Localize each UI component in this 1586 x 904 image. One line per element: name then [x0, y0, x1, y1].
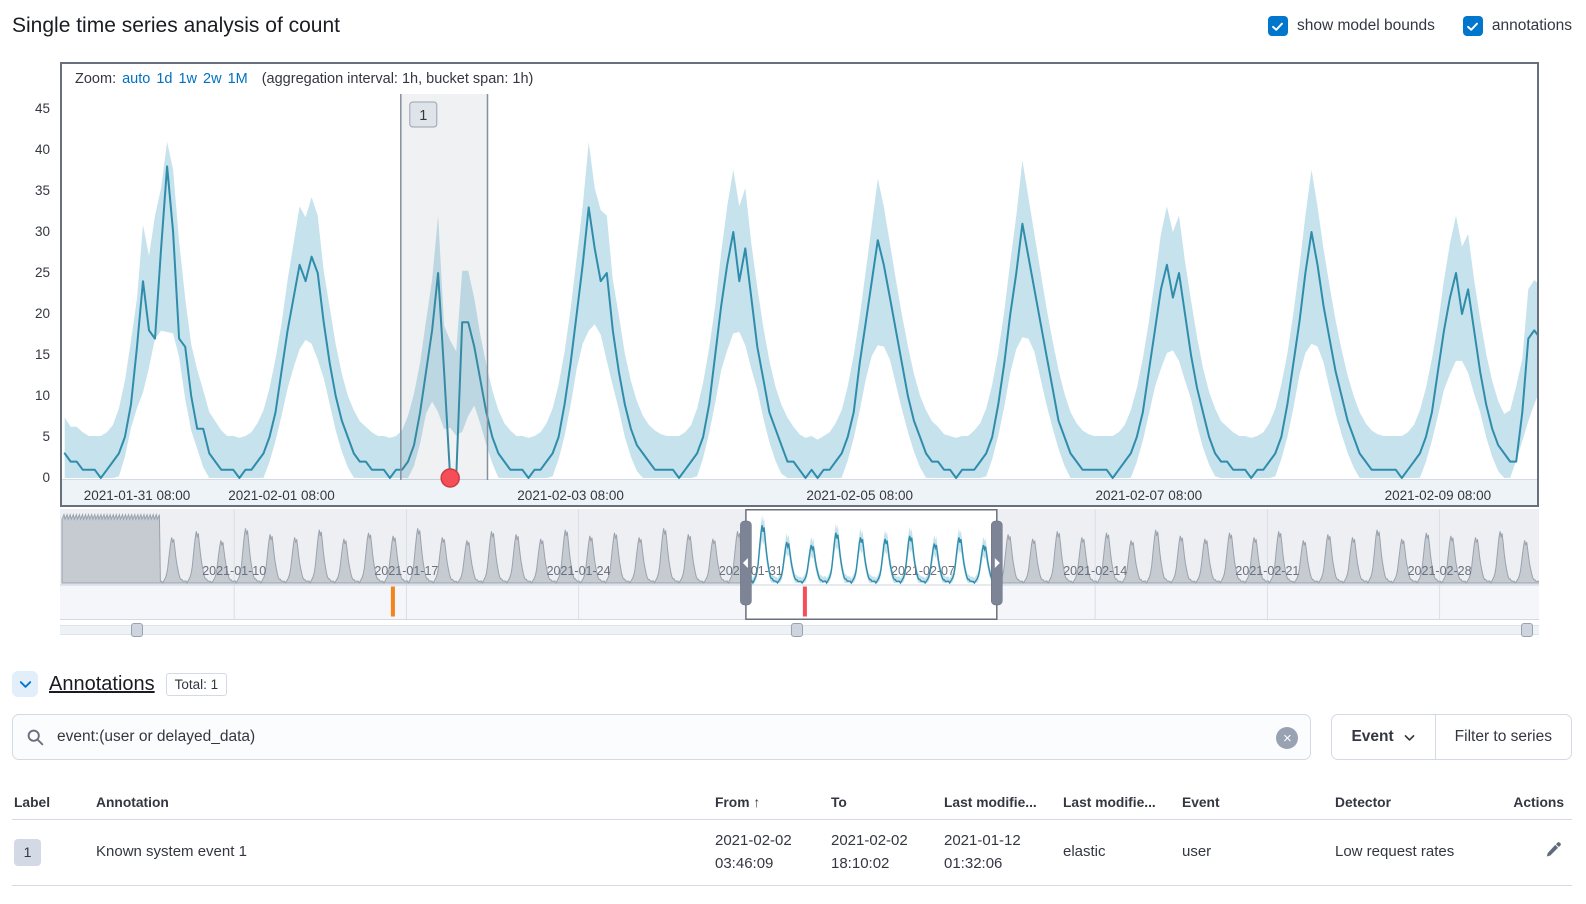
column-header-label[interactable]: Label	[12, 786, 88, 820]
checkbox-checked-icon	[1268, 16, 1288, 36]
column-header-last-modifie[interactable]: Last modifie...	[936, 786, 1055, 820]
column-header-event[interactable]: Event	[1174, 786, 1327, 820]
y-axis-label: 45	[12, 100, 50, 118]
column-header-to[interactable]: To	[823, 786, 936, 820]
search-icon	[26, 728, 45, 747]
x-axis-label: 2021-02-05 08:00	[806, 488, 913, 503]
y-axis-label: 0	[12, 469, 50, 487]
event-filter-label: Event	[1351, 728, 1393, 746]
zoom-auto-link[interactable]: auto	[122, 71, 150, 87]
navigator-axis-label: 2021-02-28	[1408, 564, 1472, 578]
y-axis-label: 30	[12, 223, 50, 241]
annotations-checkbox[interactable]: annotations	[1463, 16, 1572, 36]
navigator-axis-label: 2021-02-21	[1235, 564, 1299, 578]
pencil-icon	[1545, 841, 1562, 858]
aggregation-info: (aggregation interval: 1h, bucket span: …	[262, 71, 534, 87]
navigator-axis-label: 2021-02-07	[891, 564, 955, 578]
sort-ascending-icon: ↑	[750, 795, 761, 810]
y-axis-label: 40	[12, 141, 50, 159]
y-axis-label: 5	[12, 428, 50, 446]
navigator-annotation-marker[interactable]	[803, 587, 807, 617]
x-axis-label: 2021-02-09 08:00	[1385, 488, 1492, 503]
navigator-axis-label: 2021-01-17	[374, 564, 438, 578]
show-model-bounds-checkbox[interactable]: show model bounds	[1268, 16, 1435, 36]
single-metric-viewer-page: Single time series analysis of count sho…	[0, 0, 1586, 886]
cell-to: 2021-02-02 18:10:02	[823, 820, 936, 886]
time-scrollbar[interactable]	[60, 622, 1539, 638]
x-axis-label: 2021-02-03 08:00	[517, 488, 624, 503]
chart-options: show model bounds annotations	[1268, 16, 1572, 36]
y-axis-label: 10	[12, 387, 50, 405]
edit-annotation-button[interactable]	[1543, 839, 1564, 860]
column-header-last-modifie[interactable]: Last modifie...	[1055, 786, 1174, 820]
zoom-label: Zoom:	[75, 71, 116, 87]
zoom-1d-link[interactable]: 1d	[156, 71, 172, 87]
y-axis-label: 35	[12, 182, 50, 200]
cell-event: user	[1174, 820, 1327, 886]
annotations-checkbox-label: annotations	[1492, 17, 1572, 35]
filter-button-group: Event Filter to series	[1331, 714, 1572, 760]
annotations-table: LabelAnnotationFrom ↑ToLast modifie...La…	[12, 786, 1572, 886]
x-axis-label: 2021-01-31 08:00	[84, 488, 191, 503]
zoom-1M-link[interactable]: 1M	[228, 71, 248, 87]
navigator-chart[interactable]: 2021-01-102021-01-172021-01-242021-01-31…	[60, 509, 1539, 620]
scrollbar-handle-center[interactable]	[791, 623, 803, 637]
column-header-detector[interactable]: Detector	[1327, 786, 1494, 820]
annotations-controls: × Event Filter to series	[12, 714, 1572, 760]
annotations-total-badge: Total: 1	[166, 673, 228, 696]
checkbox-checked-icon	[1463, 16, 1483, 36]
x-axis-label: 2021-02-01 08:00	[228, 488, 335, 503]
annotation-label-badge: 1	[14, 839, 41, 866]
column-header-actions[interactable]: Actions	[1494, 786, 1572, 820]
filter-to-series-label: Filter to series	[1455, 728, 1552, 746]
cell-label: 1	[12, 820, 88, 886]
context-navigator-chart[interactable]: 2021-01-102021-01-172021-01-242021-01-31…	[60, 509, 1539, 620]
show-model-bounds-label: show model bounds	[1297, 17, 1435, 35]
y-axis-label: 15	[12, 346, 50, 364]
column-header-annotation[interactable]: Annotation	[88, 786, 707, 820]
search-input[interactable]	[57, 728, 1266, 746]
main-chart-plot[interactable]: 1 2021-01-31 08:00 2021-02-01 08:00 2021-02…	[62, 94, 1537, 505]
annotations-section-title[interactable]: Annotations	[49, 673, 155, 696]
chevron-down-icon	[18, 677, 33, 692]
cell-last-modified-by: elastic	[1055, 820, 1174, 886]
y-axis-label: 25	[12, 264, 50, 282]
zoom-controls: Zoom: auto 1d 1w 2w 1M (aggregation inte…	[62, 64, 1537, 94]
zoom-1w-link[interactable]: 1w	[178, 71, 197, 87]
table-header-row: LabelAnnotationFrom ↑ToLast modifie...La…	[12, 786, 1572, 820]
clear-search-button[interactable]: ×	[1276, 727, 1298, 749]
cell-from: 2021-02-02 03:46:09	[707, 820, 823, 886]
zoom-2w-link[interactable]: 2w	[203, 71, 222, 87]
navigator-axis-label: 2021-01-24	[547, 564, 611, 578]
model-bounds-area	[65, 142, 1537, 478]
column-header-from[interactable]: From ↑	[707, 786, 823, 820]
y-axis-label: 20	[12, 305, 50, 323]
main-chart-container: Zoom: auto 1d 1w 2w 1M (aggregation inte…	[60, 62, 1539, 507]
cell-annotation: Known system event 1	[88, 820, 707, 886]
cell-actions	[1494, 820, 1572, 886]
annotations-accordion-toggle[interactable]	[12, 671, 38, 697]
scrollbar-handle-right[interactable]	[1521, 623, 1533, 637]
cell-last-modified-date: 2021-01-12 01:32:06	[936, 820, 1055, 886]
chart-header: Single time series analysis of count sho…	[12, 14, 1572, 38]
main-timeseries-chart: 1 2021-01-31 08:00 2021-02-01 08:00 2021-02…	[62, 94, 1537, 505]
scrollbar-handle-left[interactable]	[131, 623, 143, 637]
cell-detector: Low request rates	[1327, 820, 1494, 886]
timeseries-figure: 0 5 10 15 20 25 30 35 40 45 Zoom: auto 1d 1w 2w 1…	[12, 62, 1572, 638]
x-axis-label: 2021-02-07 08:00	[1096, 488, 1203, 503]
annotation-table-row: 1 Known system event 12021-02-02 03:46:09…	[12, 820, 1572, 886]
annotations-header: Annotations Total: 1	[12, 670, 1572, 698]
svg-text:1: 1	[419, 108, 427, 124]
chevron-down-icon	[1403, 731, 1416, 744]
filter-to-series-button[interactable]: Filter to series	[1435, 715, 1571, 759]
event-filter-dropdown[interactable]: Event	[1332, 715, 1434, 759]
navigator-axis-label: 2021-01-10	[202, 564, 266, 578]
page-title: Single time series analysis of count	[12, 14, 340, 38]
annotations-search[interactable]: ×	[12, 714, 1311, 760]
navigator-annotation-marker[interactable]	[391, 587, 395, 617]
anomaly-marker[interactable]	[441, 469, 459, 487]
annotation-region[interactable]	[401, 94, 488, 480]
navigator-axis-label: 2021-02-14	[1063, 564, 1127, 578]
